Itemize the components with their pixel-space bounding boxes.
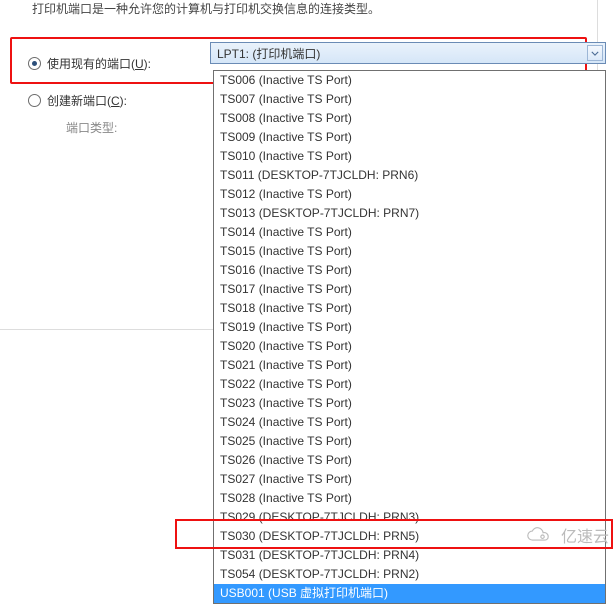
port-dropdown-item[interactable]: TS020 (Inactive TS Port): [214, 337, 605, 356]
port-dropdown-item[interactable]: TS054 (DESKTOP-7TJCLDH: PRN2): [214, 565, 605, 584]
port-type-label: 端口类型:: [66, 119, 117, 136]
port-dropdown-item[interactable]: TS028 (Inactive TS Port): [214, 489, 605, 508]
radio-create-new[interactable]: [28, 94, 41, 107]
port-dropdown-item[interactable]: TS023 (Inactive TS Port): [214, 394, 605, 413]
port-dropdown-item[interactable]: TS018 (Inactive TS Port): [214, 299, 605, 318]
port-dropdown-item[interactable]: TS009 (Inactive TS Port): [214, 128, 605, 147]
cloud-icon: [521, 525, 555, 545]
port-combo[interactable]: LPT1: (打印机端口): [210, 42, 606, 64]
port-dropdown-item[interactable]: TS026 (Inactive TS Port): [214, 451, 605, 470]
port-dropdown-item[interactable]: USB001 (USB 虚拟打印机端口): [214, 584, 605, 603]
port-description: 打印机端口是一种允许您的计算机与打印机交换信息的连接类型。: [0, 0, 597, 25]
radio-use-existing[interactable]: [28, 57, 41, 70]
port-dropdown-item[interactable]: TS014 (Inactive TS Port): [214, 223, 605, 242]
port-dropdown-item[interactable]: TS017 (Inactive TS Port): [214, 280, 605, 299]
port-dropdown-item[interactable]: TS012 (Inactive TS Port): [214, 185, 605, 204]
port-dropdown-item[interactable]: TS027 (Inactive TS Port): [214, 470, 605, 489]
port-dropdown-item[interactable]: TS015 (Inactive TS Port): [214, 242, 605, 261]
port-dropdown-item[interactable]: TS010 (Inactive TS Port): [214, 147, 605, 166]
port-dropdown-item[interactable]: TS019 (Inactive TS Port): [214, 318, 605, 337]
port-dropdown-item[interactable]: TS025 (Inactive TS Port): [214, 432, 605, 451]
radio-create-new-label: 创建新端口(C):: [47, 92, 127, 109]
port-dropdown-item[interactable]: TS022 (Inactive TS Port): [214, 375, 605, 394]
port-dropdown-item[interactable]: TS006 (Inactive TS Port): [214, 71, 605, 90]
port-dropdown-item[interactable]: TS008 (Inactive TS Port): [214, 109, 605, 128]
port-dropdown-item[interactable]: TS011 (DESKTOP-7TJCLDH: PRN6): [214, 166, 605, 185]
port-dropdown-item[interactable]: TS024 (Inactive TS Port): [214, 413, 605, 432]
chevron-down-icon[interactable]: [587, 45, 603, 61]
watermark-text: 亿速云: [561, 523, 609, 547]
port-dropdown-item[interactable]: TS016 (Inactive TS Port): [214, 261, 605, 280]
port-dropdown-item[interactable]: TS007 (Inactive TS Port): [214, 90, 605, 109]
radio-use-existing-label: 使用现有的端口(U):: [47, 55, 151, 72]
port-dropdown-item[interactable]: TS021 (Inactive TS Port): [214, 356, 605, 375]
watermark: 亿速云: [521, 523, 609, 547]
port-combo-value: LPT1: (打印机端口): [217, 45, 320, 62]
port-dropdown-item[interactable]: TS013 (DESKTOP-7TJCLDH: PRN7): [214, 204, 605, 223]
